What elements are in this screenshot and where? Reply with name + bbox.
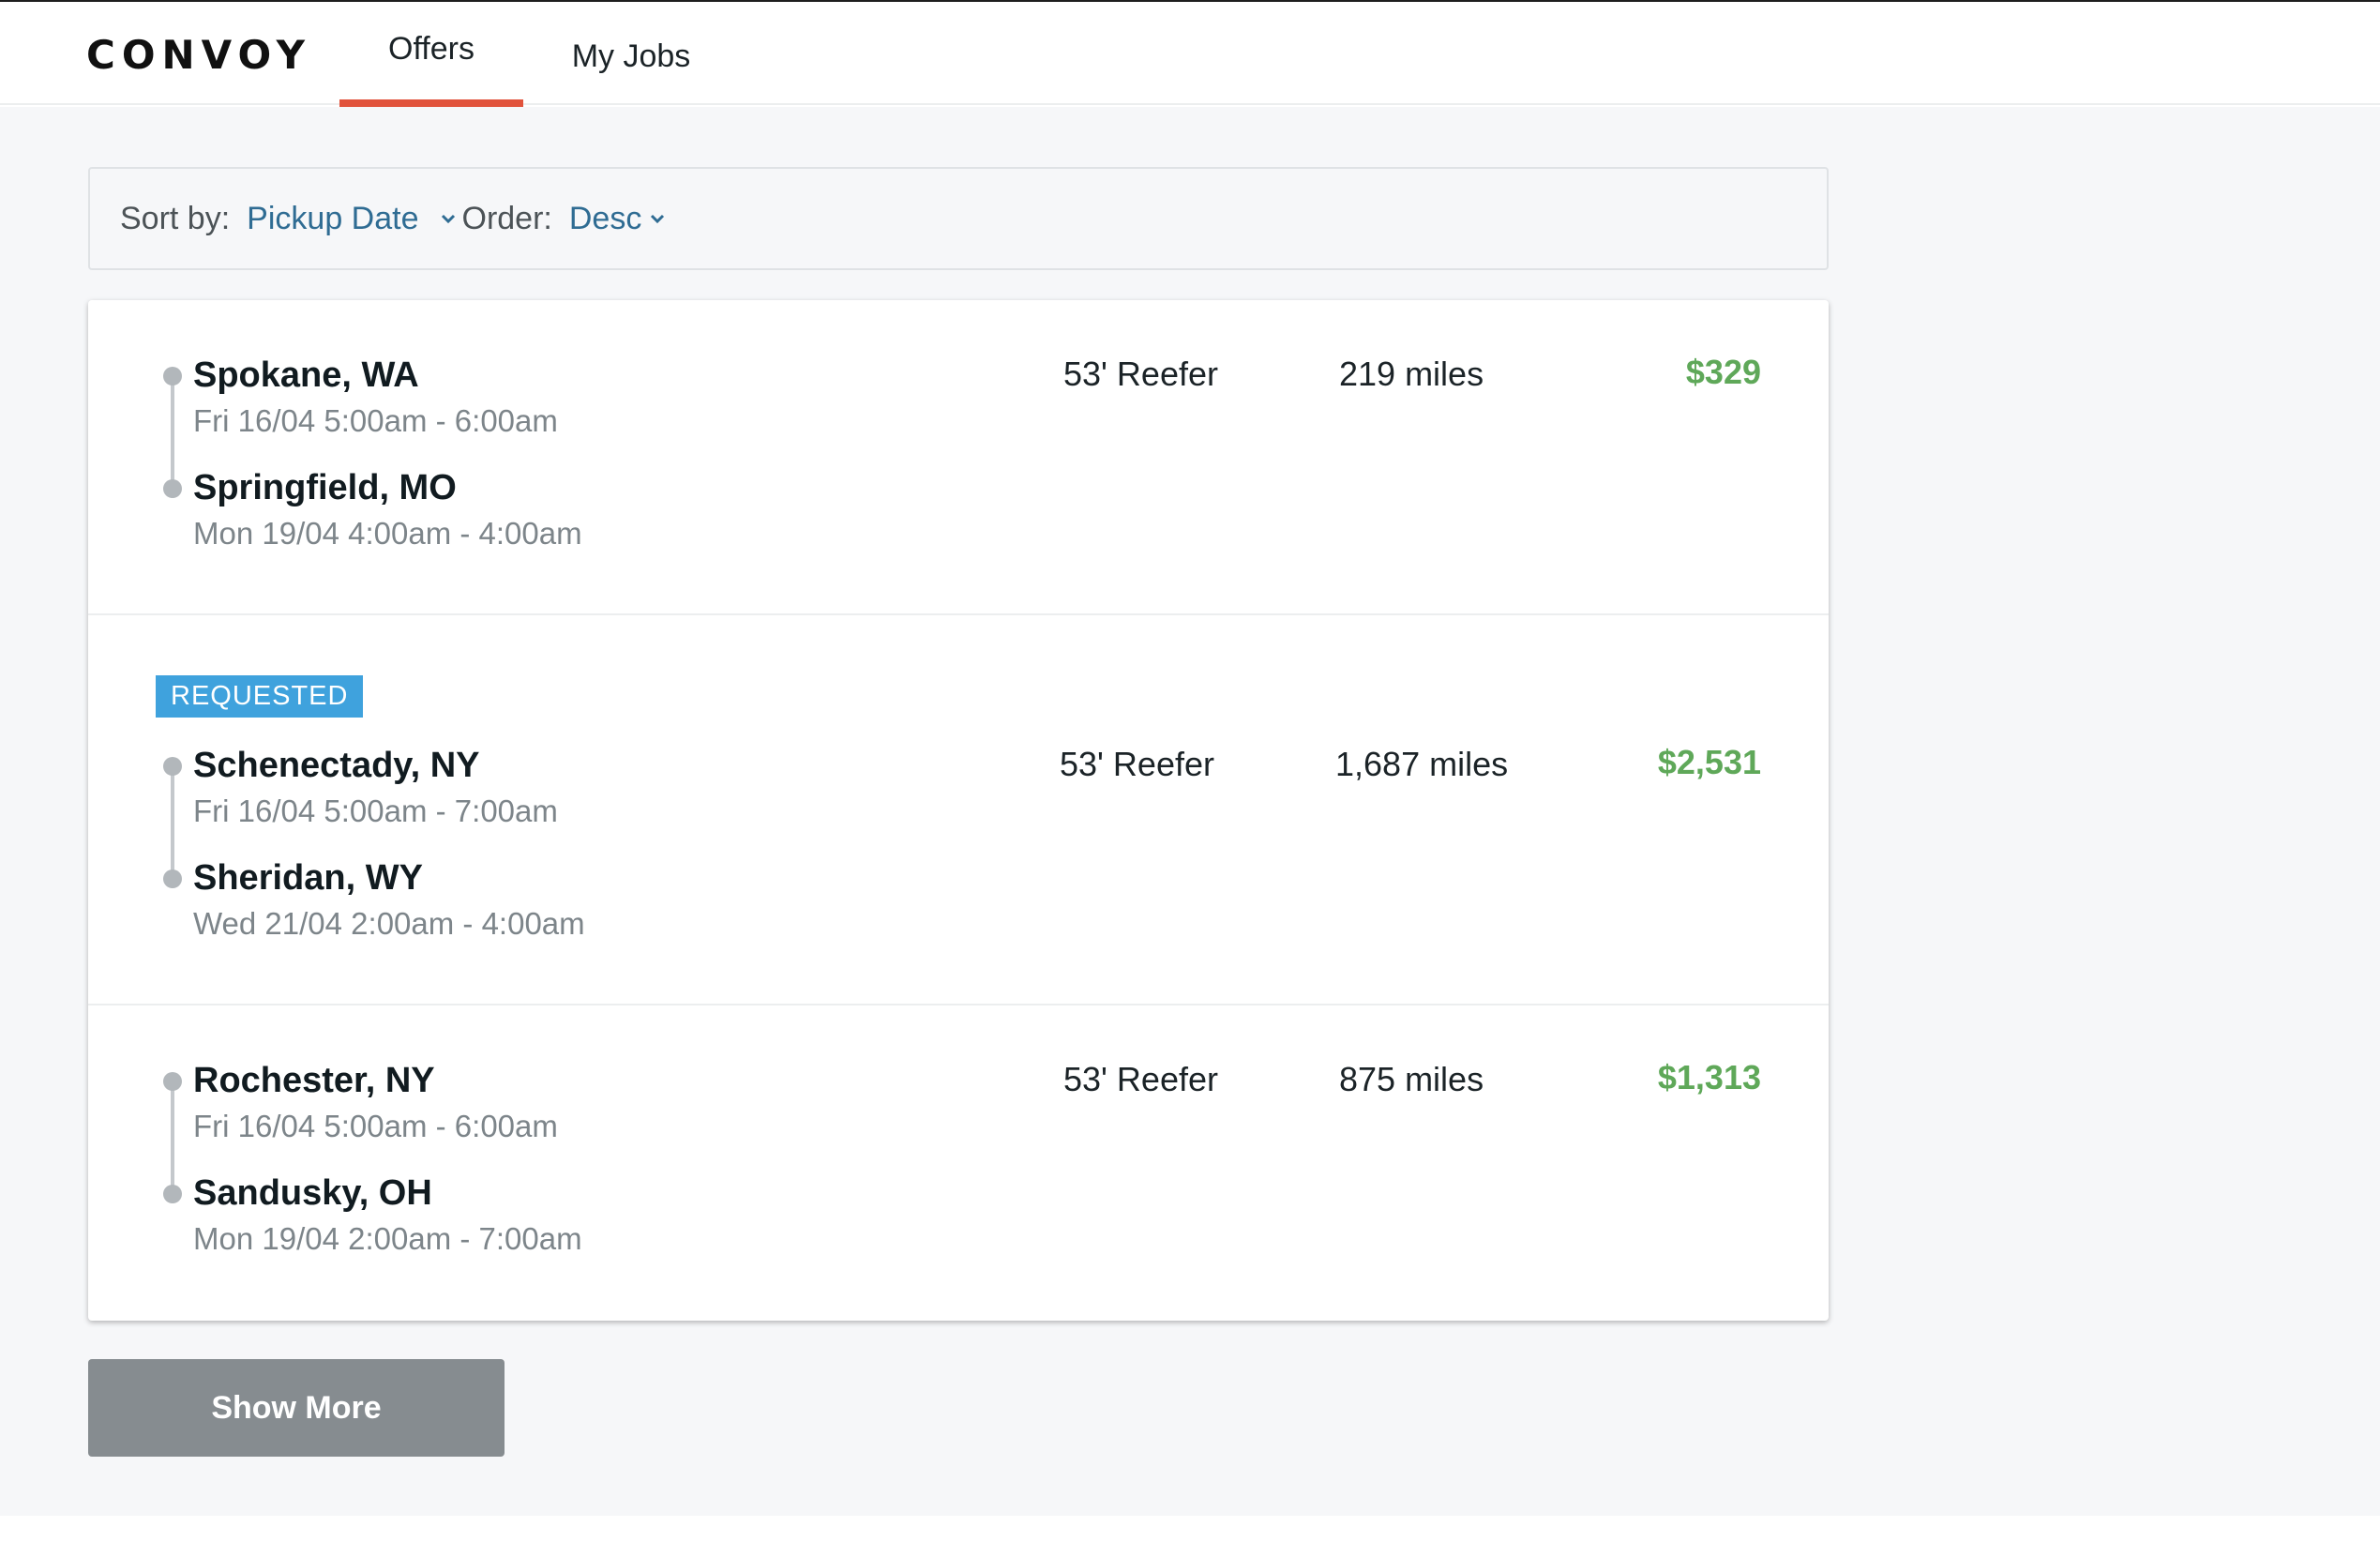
status-badge: REQUESTED <box>156 675 364 718</box>
dropoff-dot-icon <box>163 869 182 888</box>
route: Rochester, NY Fri 16/04 5:00am - 6:00am … <box>156 1058 718 1283</box>
pickup-city: Spokane, WA <box>193 355 419 395</box>
page-bottom <box>0 1516 2380 1542</box>
show-more-button[interactable]: Show More <box>88 1359 505 1457</box>
pickup-city: Schenectady, NY <box>193 746 480 785</box>
dropoff-dot-icon <box>163 1185 182 1203</box>
top-navigation: CONVOY Offers My Jobs <box>0 2 2380 107</box>
pickup-city: Rochester, NY <box>193 1061 435 1100</box>
offer-price: $329 <box>1685 353 1761 391</box>
sort-by-label: Sort by: <box>120 200 231 236</box>
pickup-window: Fri 16/04 5:00am - 6:00am <box>193 403 558 438</box>
order-value: Desc <box>568 200 642 236</box>
order-dropdown[interactable]: Desc <box>569 201 671 237</box>
tab-offers[interactable]: Offers <box>339 2 523 107</box>
offer-card[interactable]: Spokane, WA Fri 16/04 5:00am - 6:00am Sp… <box>88 300 1829 615</box>
dropoff-stop: Sheridan, WY Wed 21/04 2:00am - 4:00am <box>156 855 718 968</box>
offer-card[interactable]: Rochester, NY Fri 16/04 5:00am - 6:00am … <box>88 1005 1829 1321</box>
chevron-down-icon <box>651 214 665 224</box>
dropoff-city: Sandusky, OH <box>193 1173 432 1213</box>
distance: 219 miles <box>1339 355 1484 393</box>
distance: 1,687 miles <box>1335 745 1509 783</box>
dropoff-dot-icon <box>163 479 182 498</box>
route: Schenectady, NY Fri 16/04 5:00am - 7:00a… <box>156 743 718 968</box>
equipment-type: 53' Reefer <box>1063 355 1218 393</box>
distance: 875 miles <box>1339 1060 1484 1098</box>
dropoff-window: Mon 19/04 4:00am - 4:00am <box>193 516 582 551</box>
pickup-window: Fri 16/04 5:00am - 7:00am <box>193 794 558 828</box>
offers-list: Spokane, WA Fri 16/04 5:00am - 6:00am Sp… <box>88 300 1829 1321</box>
offers-page: Sort by: Pickup Date Order: Desc Spokane… <box>0 107 2380 1516</box>
pickup-window: Fri 16/04 5:00am - 6:00am <box>193 1109 558 1143</box>
offer-card[interactable]: REQUESTED Schenectady, NY Fri 16/04 5:00… <box>88 615 1829 1005</box>
pickup-dot-icon <box>163 367 182 386</box>
pickup-dot-icon <box>163 757 182 776</box>
dropoff-window: Wed 21/04 2:00am - 4:00am <box>193 906 585 941</box>
offer-price: $2,531 <box>1657 743 1761 781</box>
tab-my-jobs[interactable]: My Jobs <box>551 2 711 105</box>
equipment-type: 53' Reefer <box>1063 1060 1218 1098</box>
dropoff-city: Sheridan, WY <box>193 858 423 898</box>
convoy-logo: CONVOY <box>86 32 312 78</box>
equipment-type: 53' Reefer <box>1060 745 1214 783</box>
dropoff-window: Mon 19/04 2:00am - 7:00am <box>193 1221 582 1256</box>
pickup-stop: Spokane, WA Fri 16/04 5:00am - 6:00am <box>156 353 718 465</box>
sort-by-value: Pickup Date <box>247 200 419 236</box>
pickup-stop: Schenectady, NY Fri 16/04 5:00am - 7:00a… <box>156 743 718 855</box>
chevron-down-icon <box>441 214 455 224</box>
dropoff-city: Springfield, MO <box>193 468 457 507</box>
dropoff-stop: Sandusky, OH Mon 19/04 2:00am - 7:00am <box>156 1171 718 1283</box>
order-label: Order: <box>461 200 552 236</box>
dropoff-stop: Springfield, MO Mon 19/04 4:00am - 4:00a… <box>156 465 718 578</box>
sort-bar: Sort by: Pickup Date Order: Desc <box>88 167 1829 270</box>
route: Spokane, WA Fri 16/04 5:00am - 6:00am Sp… <box>156 353 718 578</box>
offer-price: $1,313 <box>1657 1058 1761 1096</box>
pickup-dot-icon <box>163 1072 182 1091</box>
pickup-stop: Rochester, NY Fri 16/04 5:00am - 6:00am <box>156 1058 718 1171</box>
sort-by-dropdown[interactable]: Pickup Date <box>247 201 461 237</box>
